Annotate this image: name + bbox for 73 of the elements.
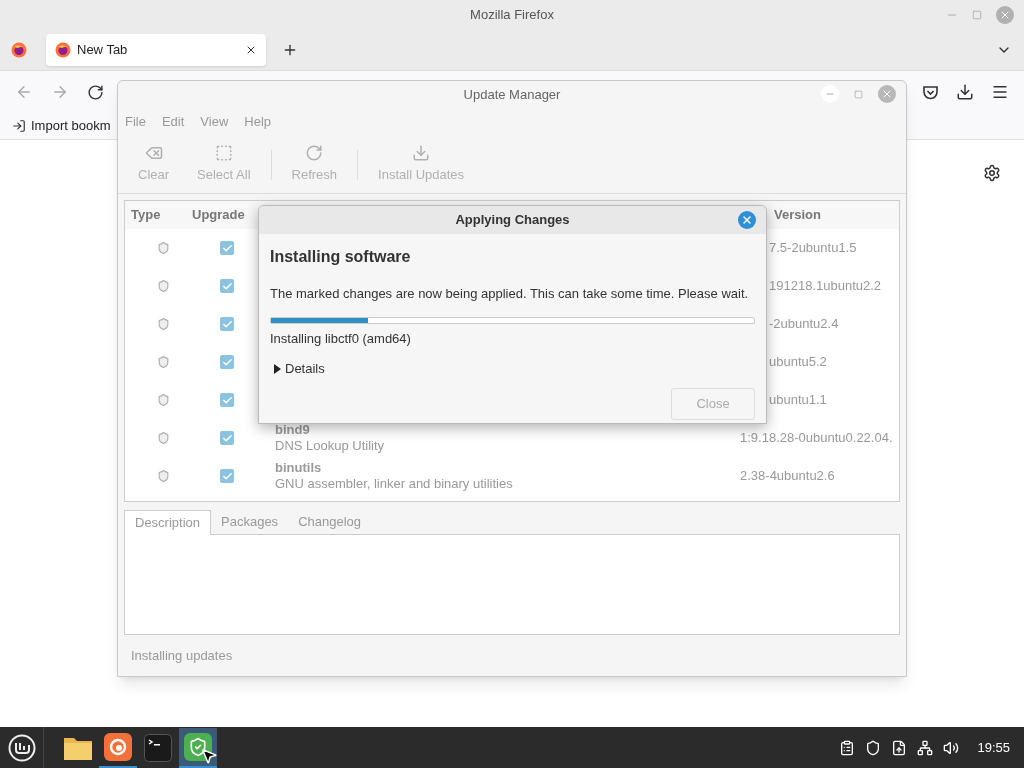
- window-title: Update Manager: [463, 85, 561, 104]
- column-header[interactable]: Version: [774, 205, 821, 225]
- upgrade-checkbox[interactable]: [220, 279, 234, 293]
- shield-icon: [157, 469, 170, 483]
- menu-item[interactable]: Edit: [161, 112, 185, 132]
- shield-icon: [157, 241, 170, 255]
- package-version: 1:9.18.28-0ubuntu0.22.04.: [740, 429, 893, 448]
- menu-icon[interactable]: [991, 83, 1009, 101]
- fox-app-icon: [104, 732, 132, 761]
- shield-icon: [157, 279, 170, 293]
- shield-icon: [157, 393, 170, 407]
- pocket-icon[interactable]: [922, 83, 939, 101]
- status-text: Installing updates: [131, 646, 233, 665]
- upgrade-checkbox[interactable]: [220, 393, 234, 407]
- import-icon: [12, 119, 26, 133]
- document-icon[interactable]: [891, 739, 908, 756]
- close-icon: [999, 9, 1011, 21]
- dashed-square-icon: [214, 144, 233, 163]
- download-icon: [412, 144, 431, 163]
- package-version: 7.5-2ubuntu1.5: [769, 239, 857, 258]
- triangle-icon: [274, 363, 281, 374]
- package-version: -2ubuntu2.4: [769, 315, 839, 334]
- package-version: ubuntu5.2: [769, 353, 827, 372]
- browser-tab[interactable]: New Tab: [46, 34, 266, 66]
- clipboard-icon[interactable]: [839, 739, 856, 756]
- terminal-icon: [144, 733, 172, 762]
- network-icon[interactable]: [917, 739, 934, 756]
- shield-icon: [157, 431, 170, 445]
- taskbar-app[interactable]: [179, 727, 217, 768]
- column-header[interactable]: Type: [125, 205, 182, 225]
- progress-status: Installing libctf0 (amd64): [270, 329, 412, 348]
- dialog-heading: Installing software: [270, 247, 412, 267]
- package-description: GNU assembler, linker and binary utilities: [275, 476, 514, 492]
- settings-icon[interactable]: [983, 164, 1001, 182]
- upgrade-checkbox[interactable]: [220, 469, 234, 483]
- dialog-message: The marked changes are now being applied. This can take some time. Please wait.: [270, 285, 750, 303]
- close-icon: [741, 214, 753, 226]
- upgrade-checkbox[interactable]: [220, 317, 234, 331]
- shield-icon: [157, 355, 170, 369]
- fox-icon: [55, 42, 71, 58]
- dialog-title: Applying Changes: [455, 211, 570, 230]
- upgrade-checkbox[interactable]: [220, 431, 234, 445]
- menu-item[interactable]: View: [200, 112, 229, 132]
- package-version: 2.38-4ubuntu2.6: [740, 467, 835, 486]
- detail-tab[interactable]: Packages: [211, 509, 289, 534]
- volume-icon[interactable]: [943, 739, 960, 756]
- bookmark-item[interactable]: Import bookm: [12, 116, 111, 136]
- close-icon[interactable]: [245, 44, 257, 56]
- upgrade-checkbox[interactable]: [220, 241, 234, 255]
- download-icon[interactable]: [956, 83, 974, 101]
- details-expander[interactable]: Details: [270, 359, 325, 379]
- reload-icon[interactable]: [87, 83, 104, 101]
- package-name: bind9: [275, 422, 311, 438]
- package-name: binutils: [275, 460, 323, 476]
- close-button[interactable]: [738, 211, 756, 229]
- package-version: ubuntu1.1: [769, 391, 827, 410]
- close-icon: [881, 88, 893, 100]
- package-description: DNS Lookup Utility: [275, 438, 386, 454]
- refresh-icon: [305, 144, 324, 163]
- shield-icon: [157, 317, 170, 331]
- mint-logo-icon[interactable]: [7, 733, 36, 762]
- shield-app-icon: [184, 732, 212, 761]
- browser-icon: [11, 42, 27, 58]
- package-version: 191218.1ubuntu2.2: [769, 277, 882, 296]
- window-title: Mozilla Firefox: [470, 6, 554, 25]
- upgrade-checkbox[interactable]: [220, 355, 234, 369]
- shield-icon[interactable]: [865, 739, 882, 756]
- menu-item[interactable]: Help: [244, 112, 272, 132]
- clock[interactable]: 19:55: [977, 737, 1010, 758]
- new-tab-icon[interactable]: [282, 42, 298, 58]
- detail-tab[interactable]: Description: [124, 510, 212, 535]
- detail-tab[interactable]: Changelog: [288, 509, 371, 534]
- menu-item[interactable]: File: [125, 112, 146, 132]
